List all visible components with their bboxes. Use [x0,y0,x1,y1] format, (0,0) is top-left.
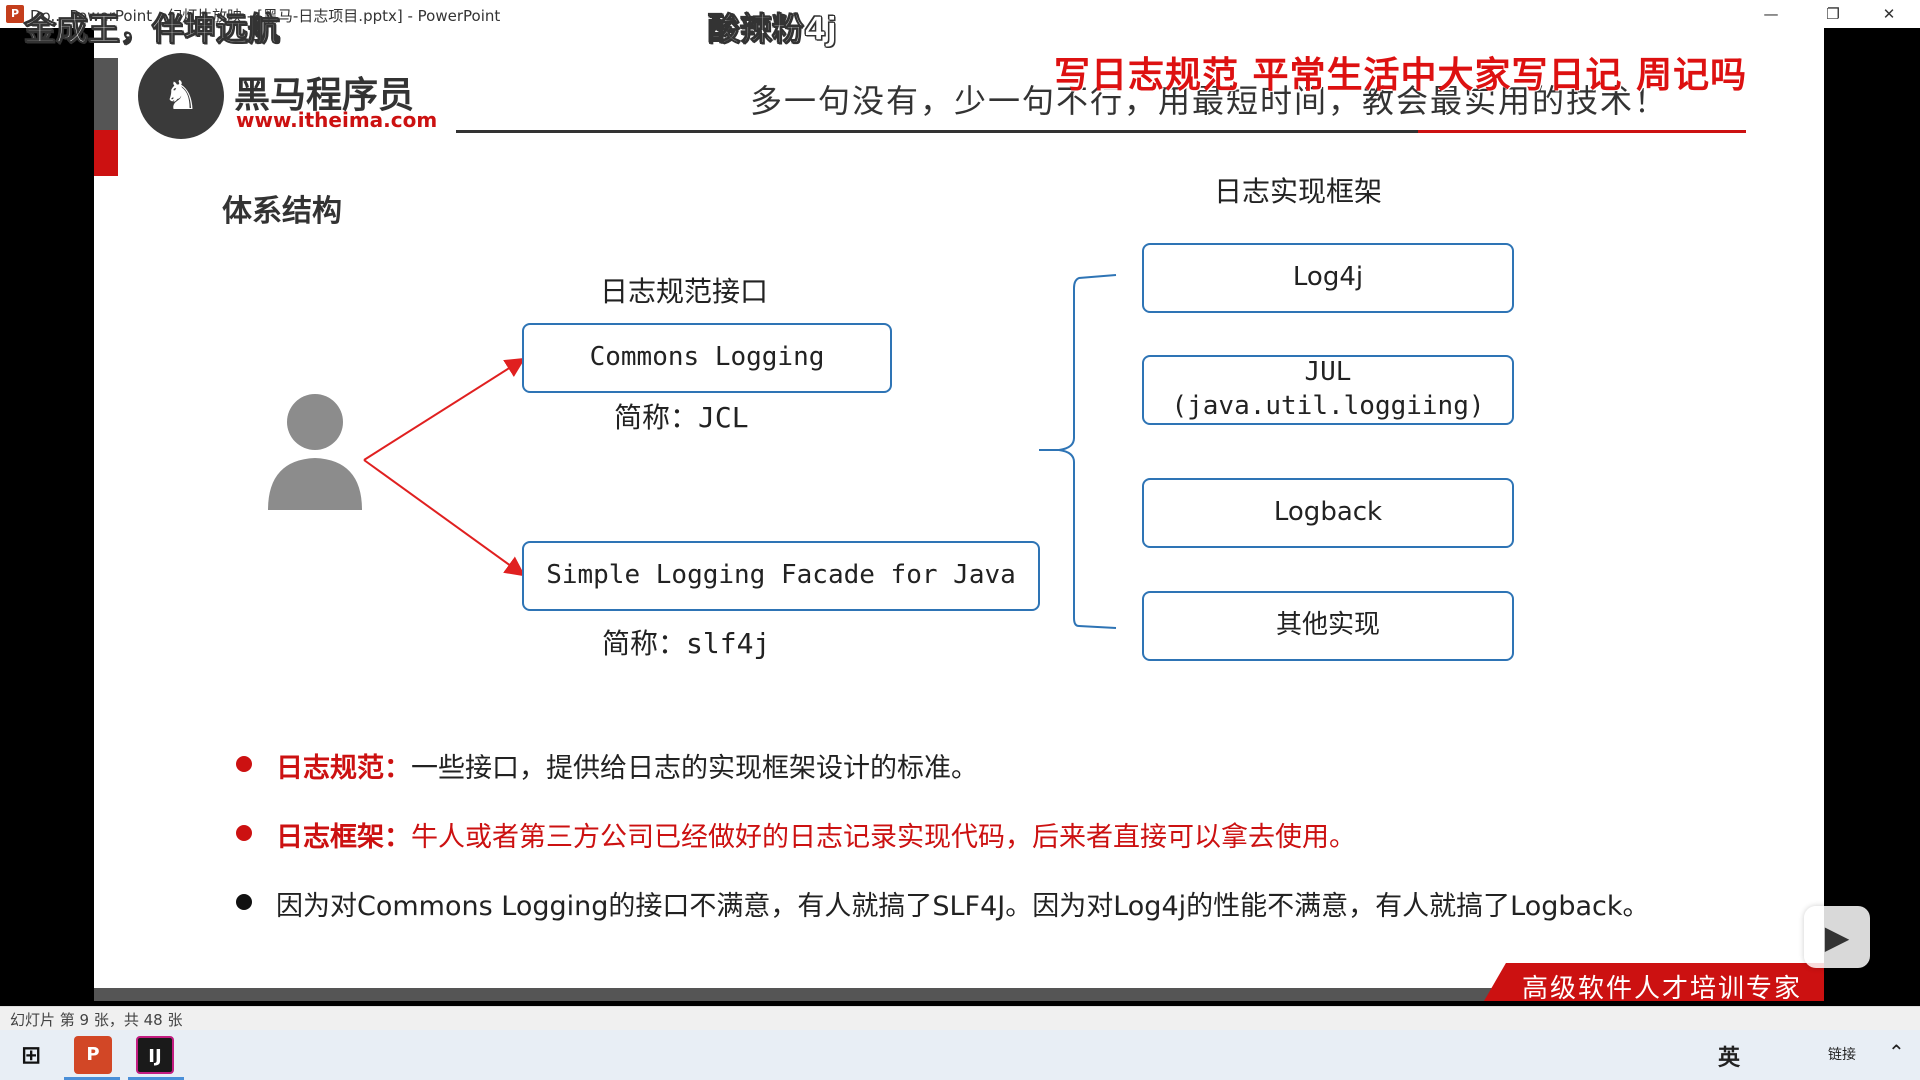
jcl-box: Commons Logging [522,323,892,393]
bullet-dot [236,894,252,910]
user-icon [268,394,362,510]
windows-icon[interactable]: ⊞ [12,1036,50,1074]
powerpoint-icon: P [6,5,24,23]
minimize-button[interactable]: — [1748,0,1794,28]
close-button[interactable]: ✕ [1866,0,1912,28]
slf4j-alias: 简称：slf4j [602,627,771,660]
bullet-dot [236,756,252,772]
taskbar: ⊞ P IJ 英 链接 ⌃ [0,1030,1920,1080]
play-button[interactable]: ▶ [1804,906,1870,968]
slide: ♞ 黑马程序员 www.itheima.com 多一句没有，少一句不行，用最短时… [94,28,1824,1001]
impl-log4j: Log4j [1142,243,1514,313]
arrow-to-jcl [363,357,526,461]
slide-counter: 幻灯片 第 9 张，共 48 张 [10,1011,183,1029]
footer-slogan: 高级软件人才培训专家 [1522,974,1803,1001]
slideshow-area: ♞ 黑马程序员 www.itheima.com 多一句没有，少一句不行，用最短时… [0,28,1920,1018]
ime-language[interactable]: 英 [1718,1040,1740,1072]
impl-other: 其他实现 [1142,591,1514,661]
intellij-taskbar-icon[interactable]: IJ [136,1036,174,1074]
jcl-alias: 简称：JCL [614,401,749,434]
arrow-to-slf4j [363,459,526,577]
impl-jul: JUL (java.util.loggiing) [1142,355,1514,425]
impl-logback: Logback [1142,478,1514,548]
overlay-caption-red: 写日志规范 平常生活中大家写日记 周记吗 [1054,55,1748,96]
overlay-caption-left: 金成王，伴坤远航 [23,10,281,49]
tray-link[interactable]: 链接 [1828,1044,1856,1064]
powerpoint-taskbar-icon[interactable]: P [74,1036,112,1074]
slf4j-box: Simple Logging Facade for Java [522,541,1040,611]
impl-brace [1039,274,1117,629]
restore-button[interactable]: ❐ [1810,0,1856,28]
bullet-dot [236,825,252,841]
chevron-up-icon[interactable]: ⌃ [1888,1040,1905,1064]
window-titlebar: P Do... PowerPoint - 幻灯片放映 - [黑马-日志项目.pp… [0,0,1920,29]
status-bar: 幻灯片 第 9 张，共 48 张 [0,1006,1920,1031]
overlay-caption-mid: 酸辣粉4j [707,10,838,49]
